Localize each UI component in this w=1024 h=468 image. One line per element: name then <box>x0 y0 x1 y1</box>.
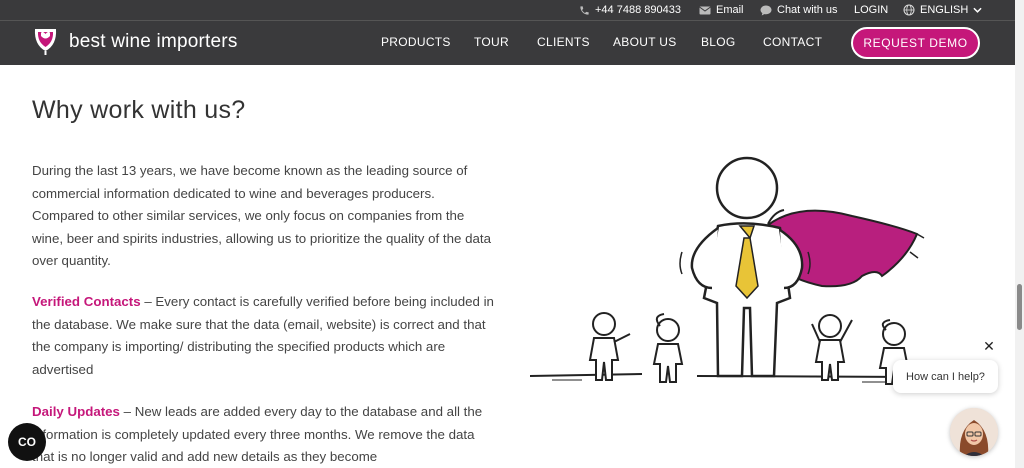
nav-products[interactable]: PRODUCTS <box>381 35 451 49</box>
nav-tour[interactable]: TOUR <box>474 35 509 49</box>
nav-blog[interactable]: BLOG <box>701 35 736 49</box>
login-label: LOGIN <box>854 4 889 16</box>
chat-close-button[interactable]: ✕ <box>980 337 998 355</box>
chat-link[interactable]: Chat with us <box>760 4 838 16</box>
feature-verified-contacts: Verified Contacts – Every contact is car… <box>32 291 494 381</box>
request-demo-button[interactable]: REQUEST DEMO <box>851 27 980 59</box>
nav-about-us[interactable]: ABOUT US <box>613 35 677 49</box>
language-label: ENGLISH <box>920 4 969 16</box>
page-scrollbar[interactable] <box>1015 0 1024 468</box>
chevron-down-icon <box>973 7 982 13</box>
login-link[interactable]: LOGIN <box>854 4 888 16</box>
section-title: Why work with us? <box>32 96 246 124</box>
agent-portrait-icon <box>950 408 998 456</box>
nav-clients[interactable]: CLIENTS <box>537 35 590 49</box>
chat-prompt-bubble[interactable]: How can I help? <box>893 360 998 393</box>
envelope-icon <box>699 6 711 14</box>
wine-glass-logo-icon <box>34 29 57 55</box>
chat-label: Chat with us <box>777 4 838 16</box>
feature-heading: Daily Updates <box>32 404 120 419</box>
cookie-settings-button[interactable]: CO <box>8 423 46 461</box>
phone-link[interactable]: +44 7488 890433 <box>579 4 681 16</box>
superhero-illustration <box>529 156 925 385</box>
phone-icon <box>580 5 589 15</box>
email-link[interactable]: Email <box>699 4 744 16</box>
language-selector[interactable]: ENGLISH <box>903 4 982 16</box>
globe-icon <box>903 4 915 16</box>
feature-daily-updates: Daily Updates – New leads are added ever… <box>32 401 494 468</box>
brand-name: best wine importers <box>69 31 238 52</box>
chat-agent-avatar[interactable] <box>950 408 998 456</box>
nav-contact[interactable]: CONTACT <box>763 35 822 49</box>
email-label: Email <box>716 4 744 16</box>
feature-heading: Verified Contacts <box>32 294 141 309</box>
top-bar: +44 7488 890433 Email Chat with us LOGIN… <box>0 0 1015 20</box>
chat-bubble-icon <box>760 5 772 15</box>
intro-paragraph: During the last 13 years, we have become… <box>32 163 491 268</box>
scrollbar-thumb[interactable] <box>1017 284 1022 330</box>
main-navbar: best wine importers PRODUCTS TOUR CLIENT… <box>0 20 1015 65</box>
phone-number: +44 7488 890433 <box>595 4 681 16</box>
brand-logo[interactable]: best wine importers <box>32 27 238 57</box>
